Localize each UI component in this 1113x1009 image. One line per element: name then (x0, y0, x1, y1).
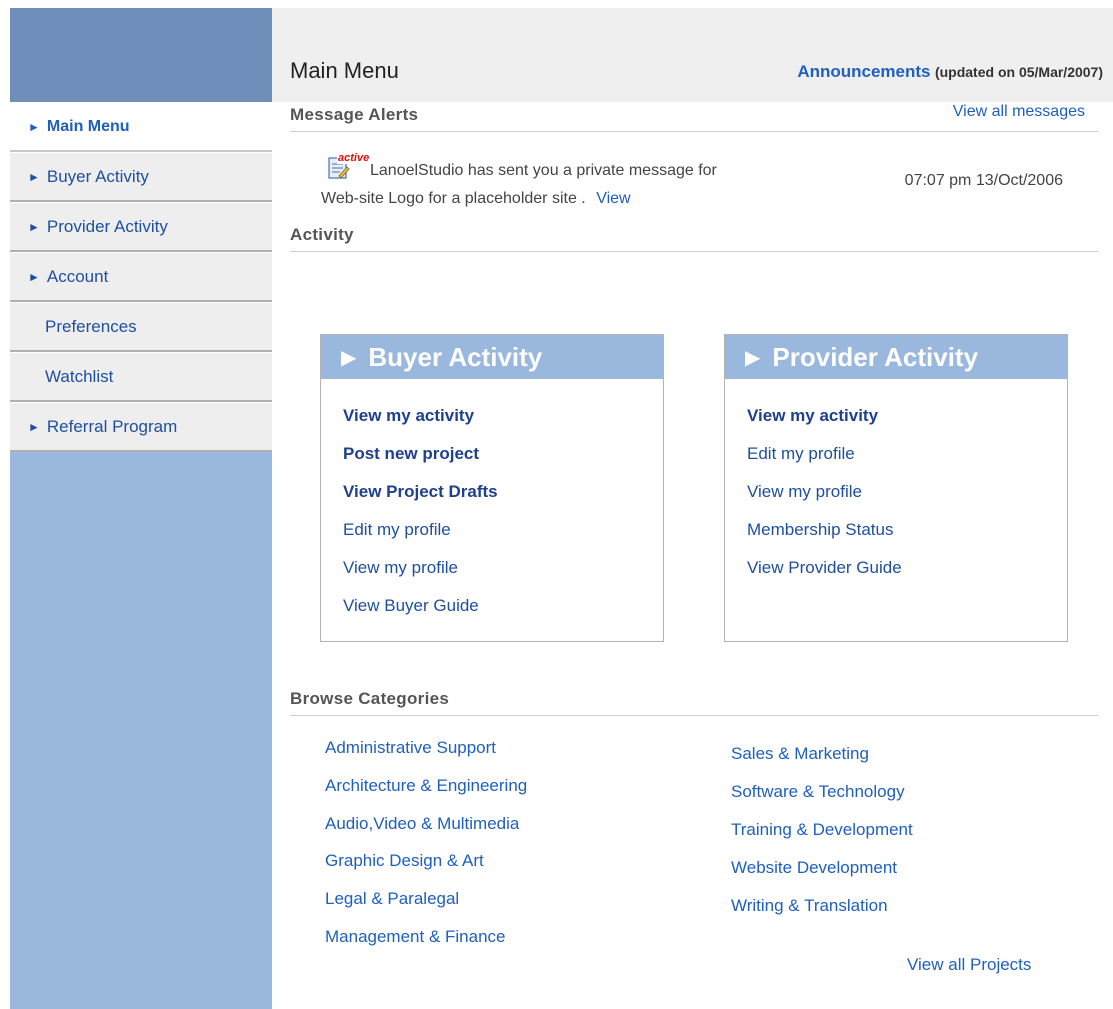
membership-status-link[interactable]: Membership Status (747, 518, 1067, 556)
sidebar-item-preferences[interactable]: Preferences (10, 302, 272, 352)
sidebar-item-provider-activity[interactable]: ► Provider Activity (10, 202, 272, 252)
provider-edit-my-profile-link[interactable]: Edit my profile (747, 442, 1067, 480)
category-link[interactable]: Audio,Video & Multimedia (325, 814, 519, 834)
browse-categories-header: Browse Categories (290, 686, 1098, 716)
category-link[interactable]: Website Development (731, 858, 897, 878)
triangle-right-icon: ▶ (341, 346, 357, 369)
sidebar-item-label: Watchlist (45, 366, 114, 386)
alert-timestamp: 07:07 pm 13/Oct/2006 (904, 172, 1063, 189)
sidebar-item-buyer-activity[interactable]: ► Buyer Activity (10, 152, 272, 202)
category-link[interactable]: Legal & Paralegal (325, 889, 459, 909)
category-link[interactable]: Administrative Support (325, 738, 496, 758)
box-title: Provider Activity (772, 341, 979, 372)
sidebar-item-label: Buyer Activity (46, 166, 149, 186)
sidebar-item-label: Referral Program (46, 416, 178, 436)
sidebar-item-account[interactable]: ► Account (10, 252, 272, 302)
triangle-right-icon: ► (28, 119, 40, 134)
category-link[interactable]: Graphic Design & Art (325, 851, 484, 871)
announcements-updated-note: (updated on 05/Mar/2007) (934, 64, 1103, 80)
view-message-link[interactable]: View (596, 190, 630, 207)
sidebar-item-watchlist[interactable]: Watchlist (10, 352, 272, 402)
top-header: Main Menu Announcements (updated on 05/M… (272, 8, 1113, 102)
buyer-activity-box-header: ▶ Buyer Activity (321, 335, 663, 379)
triangle-right-icon: ► (28, 269, 40, 284)
sidebar-item-main-menu[interactable]: ► Main Menu (10, 102, 272, 152)
sidebar-item-referral-program[interactable]: ► Referral Program (10, 402, 272, 452)
sidebar-item-label: Provider Activity (46, 216, 168, 236)
category-link[interactable]: Writing & Translation (731, 896, 888, 916)
category-link[interactable]: Training & Development (731, 820, 913, 840)
buyer-activity-links: View my activity Post new project View P… (321, 379, 663, 632)
announcements: Announcements (updated on 05/Mar/2007) (797, 62, 1103, 82)
category-link[interactable]: Architecture & Engineering (325, 776, 527, 796)
section-title: Activity (290, 225, 354, 244)
active-badge: active (337, 152, 371, 164)
triangle-right-icon: ► (28, 169, 40, 184)
sidebar-nav: ► Main Menu ► Buyer Activity ► Provider … (10, 102, 272, 452)
announcements-link[interactable]: Announcements (797, 62, 930, 81)
sidebar: ► Main Menu ► Buyer Activity ► Provider … (10, 8, 272, 1009)
provider-view-my-activity-link[interactable]: View my activity (747, 404, 1067, 442)
message-alerts-header: Message Alerts View all messages (290, 102, 1098, 132)
section-title: Message Alerts (290, 105, 419, 124)
triangle-right-icon: ► (28, 219, 40, 234)
sidebar-header (10, 8, 272, 102)
page-title: Main Menu (290, 58, 399, 83)
buyer-activity-box: ▶ Buyer Activity View my activity Post n… (320, 334, 664, 642)
activity-header: Activity (290, 222, 1098, 252)
triangle-right-icon: ▶ (745, 346, 761, 369)
box-title: Buyer Activity (368, 341, 543, 372)
sidebar-item-label: Main Menu (46, 117, 130, 135)
sidebar-item-label: Account (46, 266, 109, 286)
alert-text: Web-site Logo for a placeholder site . (321, 190, 586, 207)
buyer-edit-my-profile-link[interactable]: Edit my profile (343, 518, 663, 556)
view-all-messages-link[interactable]: View all messages (953, 103, 1085, 121)
provider-view-my-profile-link[interactable]: View my profile (747, 480, 1067, 518)
category-link[interactable]: Sales & Marketing (731, 744, 869, 764)
category-link[interactable]: Software & Technology (731, 782, 905, 802)
view-provider-guide-link[interactable]: View Provider Guide (747, 556, 1067, 594)
category-link[interactable]: Management & Finance (325, 927, 506, 947)
view-all-projects-link[interactable]: View all Projects (907, 955, 1031, 975)
alert-text-line1: LanoelStudio has sent you a private mess… (370, 162, 717, 179)
post-new-project-link[interactable]: Post new project (343, 442, 663, 480)
sidebar-item-label: Preferences (45, 316, 137, 336)
alert-text-line2: Web-site Logo for a placeholder site . V… (321, 190, 631, 208)
view-project-drafts-link[interactable]: View Project Drafts (343, 480, 663, 518)
buyer-view-my-profile-link[interactable]: View my profile (343, 556, 663, 594)
provider-activity-links: View my activity Edit my profile View my… (725, 379, 1067, 594)
provider-activity-box-header: ▶ Provider Activity (725, 335, 1067, 379)
section-title: Browse Categories (290, 689, 450, 708)
triangle-right-icon: ► (28, 419, 40, 434)
message-alert: active LanoelStudio has sent you a priva… (290, 132, 1098, 220)
provider-activity-box: ▶ Provider Activity View my activity Edi… (724, 334, 1068, 642)
view-buyer-guide-link[interactable]: View Buyer Guide (343, 594, 663, 632)
buyer-view-my-activity-link[interactable]: View my activity (343, 404, 663, 442)
main-content: Message Alerts View all messages active … (290, 102, 1098, 252)
